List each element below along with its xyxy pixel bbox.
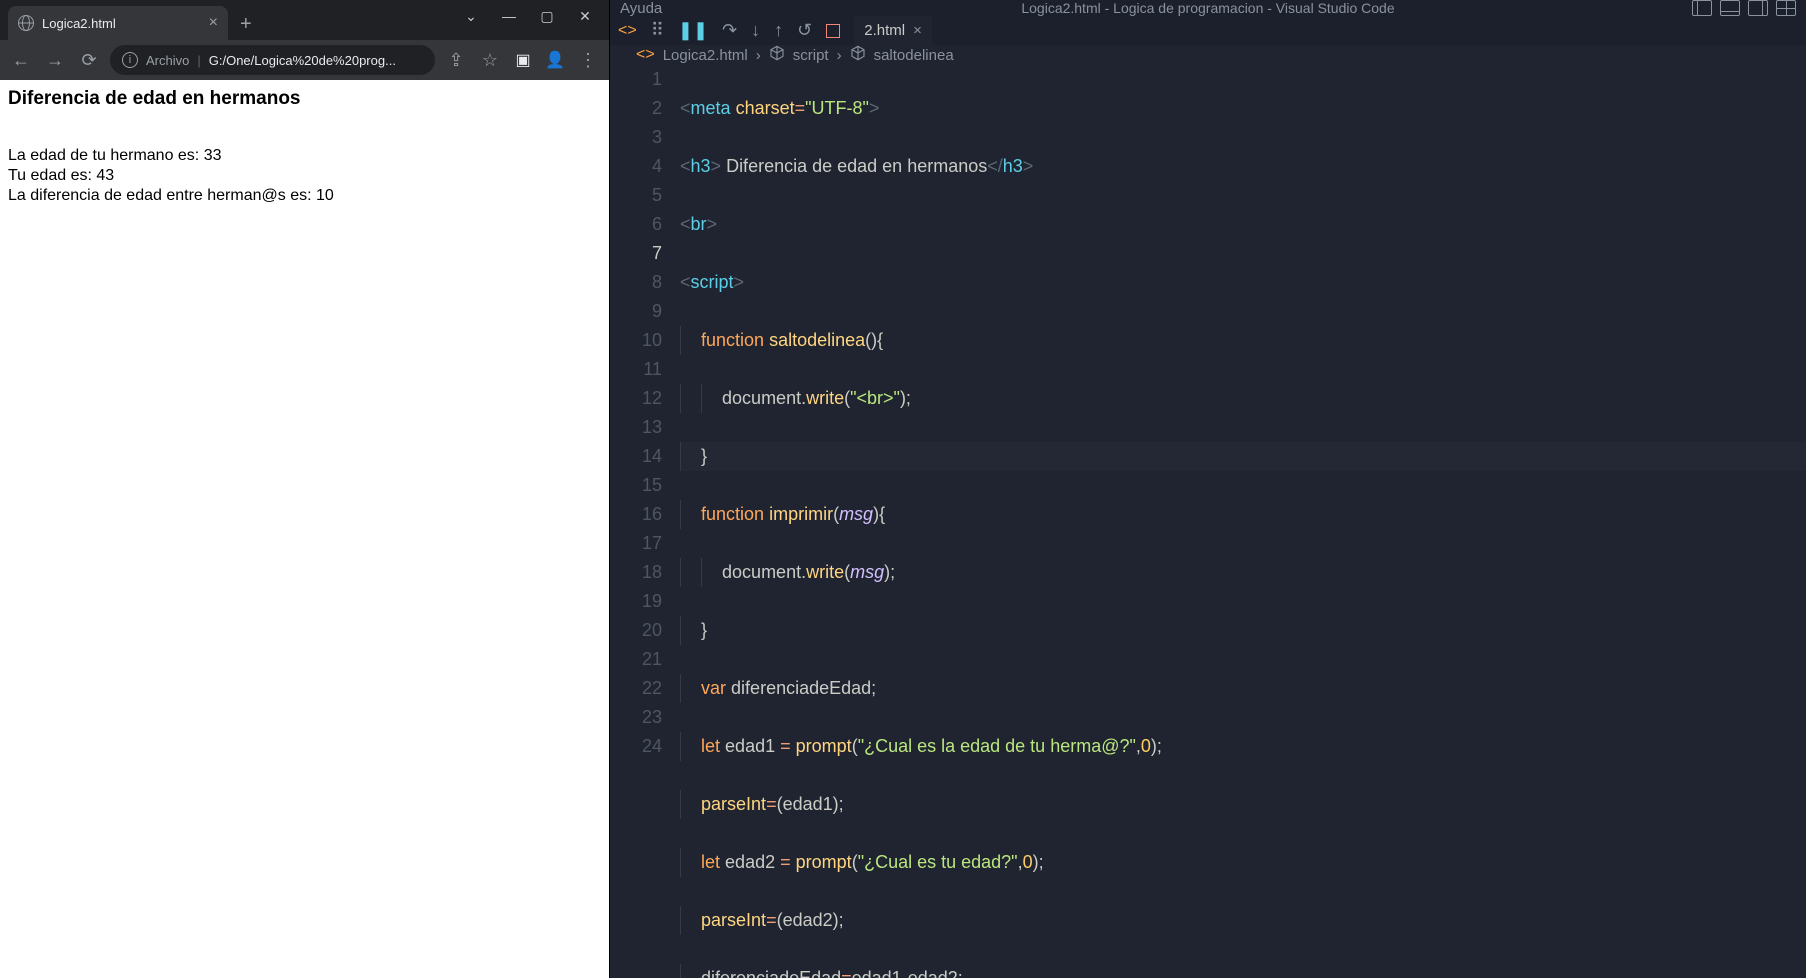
globe-icon	[18, 15, 34, 31]
panel-left-icon[interactable]	[1692, 0, 1712, 16]
close-tab-icon[interactable]: ×	[913, 22, 922, 39]
layout-grid-icon[interactable]	[1776, 0, 1796, 16]
profile-icon[interactable]: 👤	[543, 50, 567, 70]
new-tab-button[interactable]: +	[232, 9, 260, 40]
code-editor[interactable]: 123456789101112131415161718192021222324 …	[610, 65, 1806, 978]
address-bar[interactable]: i Archivo | G:/One/Logica%20de%20prog...	[110, 45, 435, 75]
step-out-icon[interactable]: ↑	[774, 20, 783, 41]
star-icon[interactable]: ☆	[477, 50, 503, 71]
chrome-window: Logica2.html × + ⌄ — ▢ ✕ ← → ⟳ i Archivo…	[0, 0, 610, 978]
html-icon: <>	[618, 22, 637, 40]
breadcrumb-function[interactable]: saltodelinea	[874, 47, 954, 64]
html-icon: <>	[636, 46, 655, 64]
browser-tab[interactable]: Logica2.html ×	[8, 6, 228, 40]
chrome-toolbar: ← → ⟳ i Archivo | G:/One/Logica%20de%20p…	[0, 40, 609, 80]
menu-ayuda[interactable]: Ayuda	[620, 0, 662, 17]
chevron-right-icon: ›	[756, 47, 761, 64]
share-icon[interactable]: ⇪	[443, 50, 469, 71]
grip-icon[interactable]: ⠿	[651, 20, 664, 41]
pipe-divider: |	[197, 53, 200, 68]
chrome-tab-strip: Logica2.html × + ⌄ — ▢ ✕	[0, 0, 609, 40]
back-icon[interactable]: ←	[8, 50, 34, 71]
stop-icon[interactable]	[826, 24, 840, 38]
step-into-icon[interactable]: ↓	[751, 20, 760, 41]
close-icon[interactable]: ×	[209, 14, 218, 32]
panel-bottom-icon[interactable]	[1720, 0, 1740, 16]
forward-icon[interactable]: →	[42, 50, 68, 71]
breadcrumb-file[interactable]: Logica2.html	[663, 47, 748, 64]
code-area[interactable]: <meta charset="UTF-8"> <h3> Diferencia d…	[680, 65, 1806, 978]
restart-icon[interactable]: ↺	[797, 20, 812, 41]
page-content: Diferencia de edad en hermanos La edad d…	[0, 80, 609, 978]
window-controls: ⌄ — ▢ ✕	[447, 0, 609, 32]
chevron-right-icon: ›	[837, 47, 842, 64]
minimize-icon[interactable]: —	[495, 4, 523, 28]
page-heading: Diferencia de edad en hermanos	[8, 88, 601, 110]
output-line-2: Tu edad es: 43	[8, 166, 601, 186]
editor-tab[interactable]: 2.html ×	[854, 16, 932, 45]
url-scheme: Archivo	[146, 53, 189, 68]
output-line-3: La diferencia de edad entre herman@s es:…	[8, 186, 601, 206]
panel-right-icon[interactable]	[1748, 0, 1768, 16]
symbol-icon	[850, 45, 866, 65]
editor-tab-bar: <> ⠿ ❚❚ ↷ ↓ ↑ ↺ 2.html ×	[610, 16, 1806, 45]
url-text: G:/One/Logica%20de%20prog...	[209, 53, 396, 68]
line-gutter: 123456789101112131415161718192021222324	[610, 65, 680, 978]
step-over-icon[interactable]: ↷	[722, 20, 737, 41]
symbol-icon	[769, 45, 785, 65]
reload-icon[interactable]: ⟳	[76, 50, 102, 71]
chevron-down-icon[interactable]: ⌄	[457, 4, 485, 28]
window-title: Logica2.html - Logica de programacion - …	[1021, 0, 1394, 16]
maximize-icon[interactable]: ▢	[533, 4, 561, 28]
close-window-icon[interactable]: ✕	[571, 4, 599, 28]
tab-title: Logica2.html	[42, 16, 116, 31]
panel-icon[interactable]: ▣	[511, 50, 535, 70]
menu-icon[interactable]: ⋮	[575, 50, 601, 71]
vscode-titlebar: Ayuda Logica2.html - Logica de programac…	[610, 0, 1806, 16]
breadcrumb-script[interactable]: script	[793, 47, 829, 64]
layout-controls	[1692, 0, 1796, 16]
output-line-1: La edad de tu hermano es: 33	[8, 146, 601, 166]
info-icon[interactable]: i	[122, 52, 138, 68]
vscode-window: Ayuda Logica2.html - Logica de programac…	[610, 0, 1806, 978]
pause-icon[interactable]: ❚❚	[678, 20, 708, 41]
tab-filename: 2.html	[864, 22, 905, 39]
breadcrumbs[interactable]: <> Logica2.html › script › saltodelinea	[610, 45, 1806, 65]
